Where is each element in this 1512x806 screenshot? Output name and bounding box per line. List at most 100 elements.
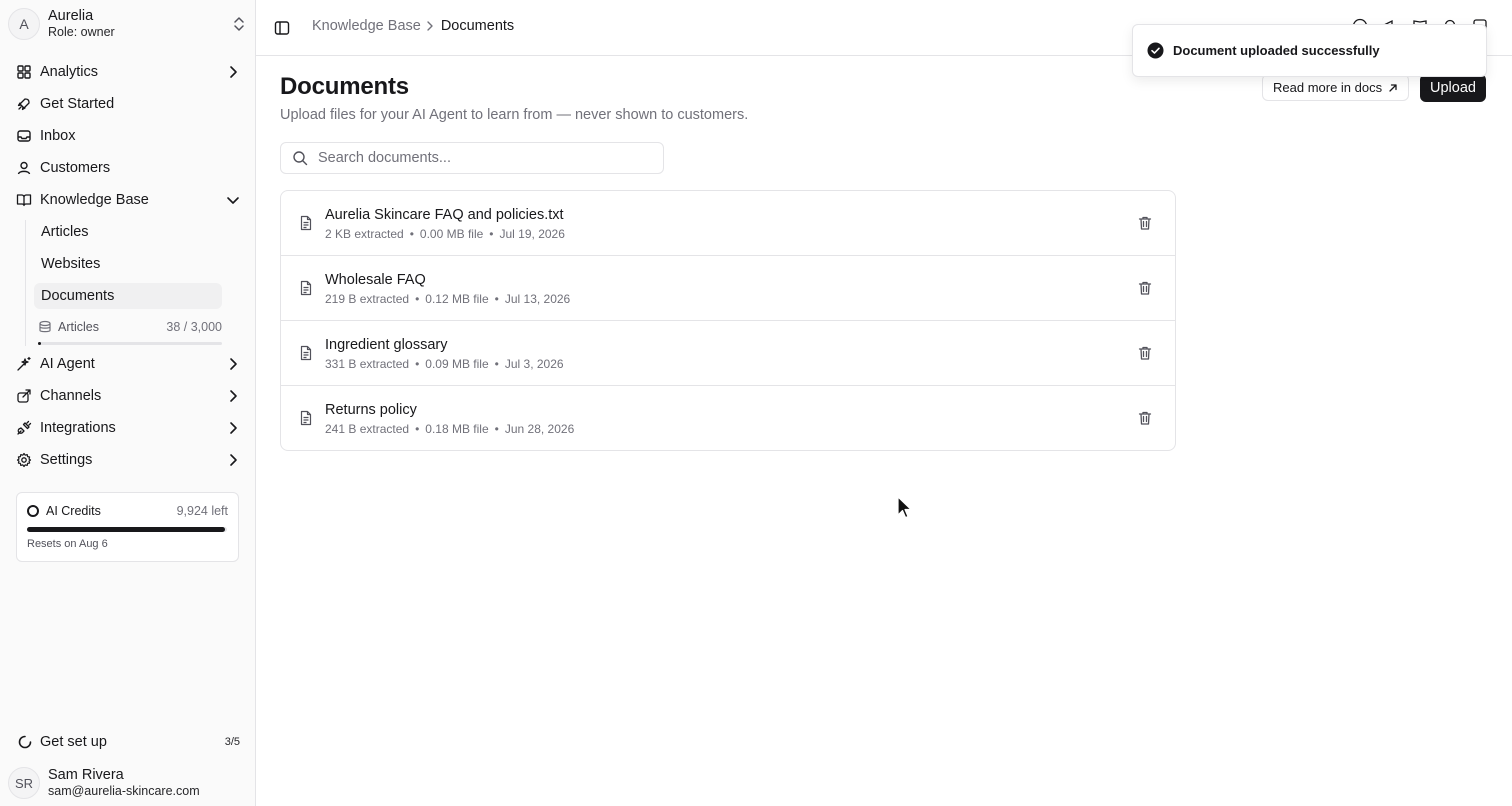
usage-progress-bar [38, 342, 222, 345]
sidebar-item-integrations[interactable]: Integrations [8, 414, 248, 442]
chevron-right-icon [230, 358, 237, 370]
credits-ring-icon [27, 505, 39, 517]
upload-button[interactable]: Upload [1420, 74, 1486, 102]
document-size: 0.09 MB file [425, 357, 489, 371]
chevron-right-icon [230, 422, 237, 434]
trash-icon[interactable] [1137, 280, 1153, 296]
check-circle-icon [1147, 42, 1164, 59]
document-meta: 331 B extracted • 0.09 MB file • Jul 3, 2026 [325, 357, 564, 371]
meta-separator: • [409, 227, 414, 241]
sidebar-item-label: Customers [40, 160, 111, 176]
trash-icon[interactable] [1137, 215, 1153, 231]
read-docs-label: Read more in docs [1273, 80, 1383, 95]
layout-grid-icon [16, 64, 32, 80]
page-title: Documents [280, 73, 409, 100]
meta-separator: • [415, 357, 420, 371]
sidebar-item-label: Get Started [40, 96, 115, 112]
toast-notification: Document uploaded successfully [1132, 24, 1487, 77]
avatar: SR [8, 767, 40, 799]
sidebar-item-label: Inbox [40, 128, 76, 144]
sidebar-item-settings[interactable]: Settings [8, 446, 248, 474]
toast-message: Document uploaded successfully [1173, 43, 1380, 58]
share-icon [16, 388, 32, 404]
usage-progress-fill [38, 342, 41, 345]
sidebar-item-ai-agent[interactable]: AI Agent [8, 350, 248, 378]
loader-icon [18, 735, 32, 749]
document-name: Ingredient glossary [325, 337, 448, 353]
sidebar-toggle-icon[interactable] [274, 20, 290, 36]
breadcrumb-current: Documents [440, 18, 515, 34]
user-icon [16, 160, 32, 176]
database-icon [38, 320, 52, 334]
chevrons-up-down-icon [234, 17, 244, 31]
sidebar-subitem-websites[interactable]: Websites [34, 251, 222, 277]
workspace-switcher[interactable]: A Aurelia Role: owner [8, 6, 248, 42]
articles-usage: Articles 38 / 3,000 [38, 318, 222, 336]
list-item[interactable]: Ingredient glossary 331 B extracted • 0.09… [281, 321, 1175, 386]
meta-separator: • [494, 422, 499, 436]
search-icon [292, 150, 308, 166]
breadcrumb: Knowledge Base Documents [312, 18, 514, 34]
mouse-cursor-icon [897, 496, 912, 519]
sidebar-subitem-documents[interactable]: Documents [34, 283, 222, 309]
file-text-icon [298, 410, 314, 426]
plug-icon [16, 420, 32, 436]
document-size: 0.12 MB file [425, 292, 489, 306]
sidebar-item-label: Analytics [40, 64, 99, 80]
meta-separator: • [489, 227, 494, 241]
usage-count: 38 / 3,000 [166, 320, 222, 334]
setup-label: Get set up [40, 734, 107, 750]
sidebar-item-get-started[interactable]: Get Started [8, 90, 248, 118]
page-subtitle: Upload files for your AI Agent to learn … [280, 107, 749, 123]
meta-separator: • [415, 292, 420, 306]
workspace-role: Role: owner [48, 25, 115, 39]
document-extracted: 241 B extracted [325, 422, 410, 436]
sidebar-item-knowledge-base[interactable]: Knowledge Base [8, 186, 248, 214]
workspace-avatar: A [8, 8, 40, 40]
credits-left: 9,924 left [176, 504, 228, 518]
usage-label: Articles [58, 320, 99, 334]
list-item[interactable]: Aurelia Skincare FAQ and policies.txt 2 … [281, 191, 1175, 256]
trash-icon[interactable] [1137, 345, 1153, 361]
document-extracted: 219 B extracted [325, 292, 410, 306]
document-date: Jul 19, 2026 [499, 227, 565, 241]
trash-icon[interactable] [1137, 410, 1153, 426]
gear-icon [16, 452, 32, 468]
sidebar-item-channels[interactable]: Channels [8, 382, 248, 410]
sidebar-item-label: AI Agent [40, 356, 95, 372]
list-item[interactable]: Wholesale FAQ 219 B extracted • 0.12 MB fi… [281, 256, 1175, 321]
document-date: Jul 3, 2026 [504, 357, 564, 371]
document-date: Jul 13, 2026 [504, 292, 571, 306]
get-set-up-button[interactable]: Get set up 3/5 [8, 730, 248, 754]
chevron-right-icon [425, 20, 435, 32]
document-date: Jun 28, 2026 [504, 422, 575, 436]
sidebar-item-label: Settings [40, 452, 93, 468]
breadcrumb-knowledge-base[interactable]: Knowledge Base [312, 18, 421, 34]
document-extracted: 2 KB extracted [325, 227, 404, 241]
document-size: 0.18 MB file [425, 422, 489, 436]
document-meta: 241 B extracted • 0.18 MB file • Jun 28, 202… [325, 422, 574, 436]
sidebar-item-label: Knowledge Base [40, 192, 149, 208]
meta-separator: • [494, 357, 499, 371]
meta-separator: • [494, 292, 499, 306]
sidebar-item-inbox[interactable]: Inbox [8, 122, 248, 150]
sidebar-subitem-articles[interactable]: Articles [34, 219, 222, 245]
wand-sparkles-icon [16, 356, 32, 372]
file-text-icon [298, 280, 314, 296]
file-text-icon [298, 215, 314, 231]
read-docs-button[interactable]: Read more in docs [1262, 74, 1410, 101]
user-email: sam@aurelia-skincare.com [48, 784, 200, 798]
chevron-right-icon [230, 66, 237, 78]
sidebar: A Aurelia Role: owner Analytics Get Star… [0, 0, 256, 806]
document-name: Wholesale FAQ [325, 272, 426, 288]
sidebar-item-label: Channels [40, 388, 102, 404]
list-item[interactable]: Returns policy 241 B extracted • 0.18 MB f… [281, 386, 1175, 450]
user-menu[interactable]: SR Sam Rivera sam@aurelia-skincare.com [8, 766, 248, 800]
main-content: Documents Upload files for your AI Agent… [256, 57, 1512, 806]
sidebar-item-analytics[interactable]: Analytics [8, 58, 248, 86]
user-name: Sam Rivera [48, 767, 124, 783]
ai-credits-card: AI Credits 9,924 left Resets on Aug 6 [16, 492, 239, 562]
sidebar-item-customers[interactable]: Customers [8, 154, 248, 182]
document-size: 0.00 MB file [419, 227, 484, 241]
search-input[interactable] [318, 150, 648, 166]
